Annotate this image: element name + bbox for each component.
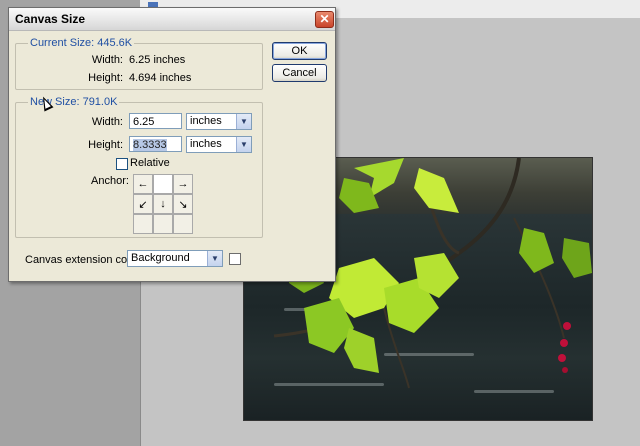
cancel-button[interactable]: Cancel xyxy=(272,64,327,82)
width-input[interactable]: 6.25 xyxy=(129,113,182,129)
current-width-label: Width: xyxy=(91,54,123,66)
new-width-label: Width: xyxy=(91,116,123,128)
canvas-size-dialog: Canvas Size ✕ Current Size: 445.6K Width… xyxy=(8,7,336,282)
height-unit-select[interactable]: inches ▼ xyxy=(186,136,252,153)
current-size-legend: Current Size: 445.6K xyxy=(28,37,135,49)
close-icon[interactable]: ✕ xyxy=(315,11,334,28)
relative-label[interactable]: Relative xyxy=(130,157,170,169)
anchor-top-center[interactable] xyxy=(153,174,173,194)
anchor-middle-left[interactable]: ↙ xyxy=(133,194,153,214)
width-unit-value: inches xyxy=(190,115,222,127)
anchor-label: Anchor: xyxy=(91,175,129,187)
anchor-top-left[interactable]: ← xyxy=(133,174,153,194)
canvas-extension-value: Background xyxy=(131,252,190,264)
chevron-down-icon[interactable]: ▼ xyxy=(236,137,251,152)
height-input[interactable]: 8.3333 xyxy=(129,136,182,152)
anchor-bottom-left[interactable] xyxy=(133,214,153,234)
height-unit-value: inches xyxy=(190,138,222,150)
canvas-extension-label: Canvas extension color: xyxy=(25,254,143,266)
chevron-down-icon[interactable]: ▼ xyxy=(207,251,222,266)
current-height-value: 4.694 inches xyxy=(129,72,192,84)
canvas-extension-color-swatch[interactable] xyxy=(229,253,241,265)
canvas-extension-select[interactable]: Background ▼ xyxy=(127,250,223,267)
dialog-titlebar[interactable]: Canvas Size ✕ xyxy=(9,8,335,31)
height-input-value: 8.3333 xyxy=(133,139,167,151)
anchor-bottom-center[interactable] xyxy=(153,214,173,234)
anchor-middle-right[interactable]: ↘ xyxy=(173,194,193,214)
width-unit-select[interactable]: inches ▼ xyxy=(186,113,252,130)
anchor-bottom-right[interactable] xyxy=(173,214,193,234)
anchor-grid: ← → ↙ ↓ ↘ xyxy=(133,174,193,234)
new-height-label: Height: xyxy=(88,139,123,151)
chevron-down-icon[interactable]: ▼ xyxy=(236,114,251,129)
dialog-title: Canvas Size xyxy=(15,12,86,26)
current-width-value: 6.25 inches xyxy=(129,54,186,66)
anchor-middle-center[interactable]: ↓ xyxy=(153,194,173,214)
relative-checkbox[interactable] xyxy=(116,158,128,170)
current-height-label: Height: xyxy=(88,72,123,84)
ok-button[interactable]: OK xyxy=(272,42,327,60)
anchor-top-right[interactable]: → xyxy=(173,174,193,194)
